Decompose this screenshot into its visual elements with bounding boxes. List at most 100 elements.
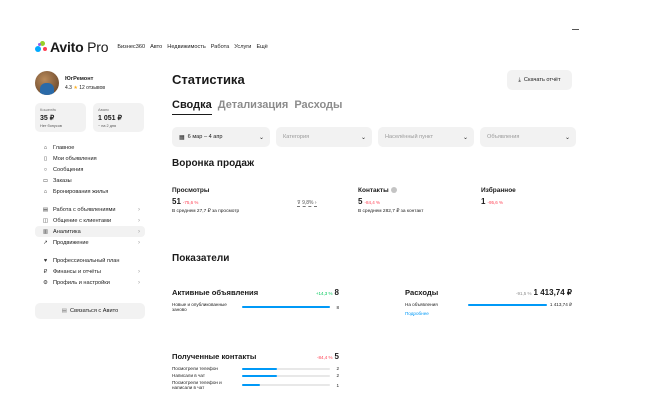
contact-avito-button[interactable]: ▤ Связаться с Авито xyxy=(35,303,145,319)
active-listings-card: Активные объявления +14,3 % 8 Новые и опубл… xyxy=(172,282,339,312)
wallets: Кошелёк 35 ₽ Нет бонусов Аванс 1 051 ₽ ~… xyxy=(35,103,145,132)
info-icon[interactable] xyxy=(390,187,397,194)
received-contacts-card: Полученные контакты -84,4 % 5 Посмотрели те… xyxy=(172,346,339,390)
listing-icon: ▯ xyxy=(43,155,48,162)
sidebar-item[interactable]: ⚙ Профиль и настройки › xyxy=(35,277,145,288)
metric-change: -91,5 % xyxy=(516,291,532,296)
metric-row-label: Посмотрели телефон и написали в чат xyxy=(172,380,222,391)
sidebar-item[interactable]: ▯ Мои объявления xyxy=(35,153,145,164)
views-change: -75,6 % xyxy=(182,200,199,205)
sidebar-item[interactable]: ♥ Профессиональный план xyxy=(35,255,145,266)
metric-summary: +14,3 % 8 xyxy=(316,282,339,300)
calendar-icon: ▦ xyxy=(179,134,185,141)
avatar[interactable] xyxy=(35,71,59,95)
metric-bar xyxy=(467,304,547,306)
metric-bar xyxy=(242,306,330,309)
metric-title: Полученные контакты xyxy=(172,352,257,361)
topnav-link[interactable]: Ещё xyxy=(256,44,267,50)
sidebar-item[interactable]: ↗ Продвижение › xyxy=(35,237,145,248)
tabs: Сводка Детализация Расходы xyxy=(172,99,348,115)
tab-summary[interactable]: Сводка xyxy=(172,99,212,115)
advance-card[interactable]: Аванс 1 051 ₽ ~ на 2 дня xyxy=(93,103,144,132)
sidebar-item[interactable]: ▤ Работа с объявлениями › xyxy=(35,204,145,215)
conversion-value: 9,8% xyxy=(302,200,314,206)
metric-change: +14,3 % xyxy=(315,291,333,296)
topnav-link[interactable]: Работа xyxy=(211,44,229,50)
date-range-value: 6 мар – 4 апр xyxy=(187,134,223,140)
rating-value: 4.3 xyxy=(65,84,72,91)
star-icon: ★ xyxy=(73,84,78,91)
topnav-link[interactable]: Недвижимость xyxy=(167,44,205,50)
contacts-label: Контакты xyxy=(358,187,389,194)
sidebar-item-label: Общение с клиентами xyxy=(53,217,112,224)
advance-sub: ~ на 2 дня xyxy=(98,124,117,128)
chevron-right-icon: › xyxy=(138,279,140,286)
profile-card[interactable]: ЮгРемонт 4.3 ★ 12 отзывов xyxy=(35,70,145,96)
metric-row-value: 1 xyxy=(336,382,339,388)
topnav-link[interactable]: Авто xyxy=(150,44,162,50)
brand-logo[interactable]: Avito Pro xyxy=(50,39,109,55)
tab-details[interactable]: Детализация xyxy=(218,99,289,115)
metric-summary: -84,4 % 5 xyxy=(317,346,339,364)
listings-select[interactable]: Объявления ⌄ xyxy=(480,127,576,147)
category-select[interactable]: Категория ⌄ xyxy=(276,127,372,147)
booking-icon: ⌂ xyxy=(43,188,48,195)
metric-bar-fill xyxy=(242,367,278,370)
category-placeholder: Категория xyxy=(283,134,310,140)
promotion-icon: ↗ xyxy=(43,239,48,246)
views-value: 51 xyxy=(172,197,181,206)
metric-row-label: На объявления xyxy=(405,302,438,308)
funnel-favorites: Избранное 1 -95,6 % xyxy=(481,187,516,206)
menu-divider xyxy=(35,197,145,204)
favorites-change: -95,6 % xyxy=(487,200,503,205)
metric-title: Расходы xyxy=(405,288,439,297)
details-link[interactable]: Подробнее xyxy=(405,311,572,316)
metric-bar-fill xyxy=(242,306,330,309)
download-report-button[interactable]: ⤓ Скачать отчёт xyxy=(507,70,572,90)
locality-placeholder: Населённый пункт xyxy=(385,134,434,140)
metric-row-label: Новые и опубликованные заново xyxy=(172,302,227,313)
tab-expenses[interactable]: Расходы xyxy=(294,99,342,115)
plan-icon: ♥ xyxy=(43,257,48,264)
chevron-down-icon: ⌄ xyxy=(360,134,366,141)
finance-icon: ₽ xyxy=(43,268,48,275)
topnav-link[interactable]: Бизнес360 xyxy=(117,44,145,50)
metric-row-value: 2 xyxy=(336,373,339,379)
metric-value: 1 413,74 ₽ xyxy=(533,288,572,297)
sidebar-item[interactable]: ▭ Заказы xyxy=(35,175,145,186)
metric-bar-fill xyxy=(467,304,547,306)
sidebar-item[interactable]: ▥ Аналитика › xyxy=(35,226,145,237)
profile-rating[interactable]: 4.3 ★ 12 отзывов xyxy=(65,85,105,91)
top-bar: Avito Pro Бизнес360 Авто Недвижимость Работ… xyxy=(35,37,273,57)
sidebar-item[interactable]: ₽ Финансы и отчёты › xyxy=(35,266,145,277)
metric-row: Написали в чат 2 xyxy=(172,373,339,378)
avito-logo-icon[interactable] xyxy=(35,41,47,53)
advance-value: 1 051 ₽ xyxy=(98,115,122,122)
topnav-link[interactable]: Услуги xyxy=(234,44,251,50)
favorites-value: 1 xyxy=(481,197,486,206)
funnel-contacts: Контакты 5 -84,4 % В среднем 282,7 ₽ за к… xyxy=(358,187,423,214)
metric-row-label: Написали в чат xyxy=(172,373,205,379)
metric-header: Полученные контакты -84,4 % 5 xyxy=(172,346,339,364)
chevron-right-icon: › xyxy=(138,228,140,235)
metric-row: Посмотрели телефон 2 xyxy=(172,366,339,371)
chevron-right-icon: › xyxy=(138,239,140,246)
conversion-link[interactable]: ⊽ 9,8% › xyxy=(297,200,317,207)
sidebar-item[interactable]: ⌂ Бронирования жилья xyxy=(35,186,145,197)
wallet-card[interactable]: Кошелёк 35 ₽ Нет бонусов xyxy=(35,103,86,132)
sidebar-item-label: Главное xyxy=(53,144,75,151)
date-range-select[interactable]: ▦ 6 мар – 4 апр ⌄ xyxy=(172,127,270,147)
chevron-right-icon: › xyxy=(138,217,140,224)
locality-select[interactable]: Населённый пункт ⌄ xyxy=(378,127,474,147)
metric-bar xyxy=(242,374,330,377)
sidebar-item[interactable]: ⌂ Главное xyxy=(35,142,145,153)
menu-divider xyxy=(35,248,145,255)
sidebar-item-label: Бронирования жилья xyxy=(53,188,109,195)
chevron-down-icon: ⌄ xyxy=(462,134,468,141)
home-icon: ⌂ xyxy=(43,144,48,151)
page-title: Статистика xyxy=(172,72,245,87)
listings-placeholder: Объявления xyxy=(487,134,520,140)
message-icon: ○ xyxy=(43,166,48,173)
sidebar-item[interactable]: ○ Сообщения xyxy=(35,164,145,175)
sidebar-item[interactable]: ◫ Общение с клиентами › xyxy=(35,215,145,226)
